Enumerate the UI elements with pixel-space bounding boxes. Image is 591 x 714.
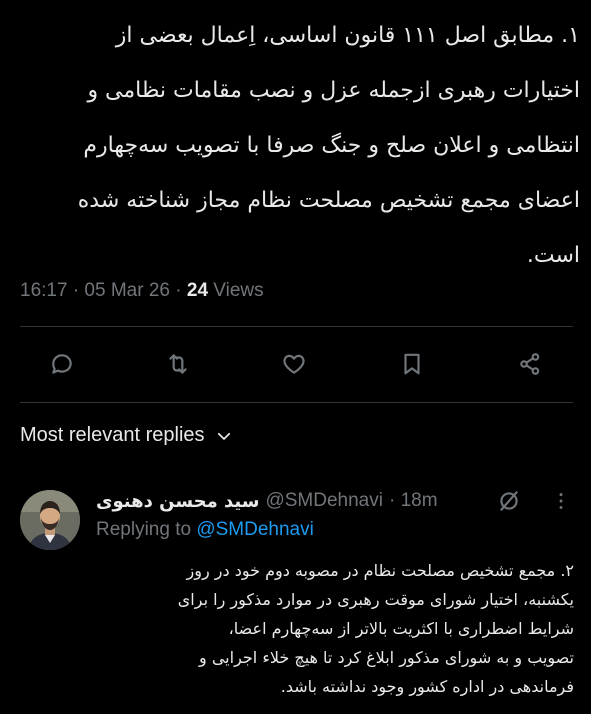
chevron-down-icon — [217, 432, 230, 440]
reply-header: سید محسن دهنوی @SMDehnavi · 18m — [96, 487, 438, 515]
repost-icon — [169, 354, 187, 374]
avatar[interactable] — [20, 490, 80, 550]
replying-to-link[interactable]: @SMDehnavi — [196, 519, 314, 540]
more-icon — [559, 493, 563, 509]
replying-prefix: Replying to — [96, 519, 197, 540]
grok-icon — [500, 491, 518, 511]
replying-to: Replying to @SMDehnavi — [96, 519, 314, 541]
tweet-meta: 16:17 · 05 Mar 26 · 24 Views — [20, 280, 264, 302]
tweet-text: ۱. مطابق اصل ۱۱۱ قانون اساسی، اِعمال بعض… — [77, 23, 580, 268]
reply-author-name[interactable]: سید محسن دهنوی — [96, 491, 259, 512]
reply-author-handle[interactable]: @SMDehnavi — [265, 490, 383, 512]
like-button[interactable] — [274, 344, 314, 384]
views-label: Views — [208, 280, 264, 301]
action-bar — [0, 344, 591, 384]
divider-bottom — [20, 402, 573, 403]
reply-button[interactable] — [42, 344, 82, 384]
tweet-timestamp[interactable]: 16:17 · 05 Mar 26 · — [20, 280, 187, 301]
avatar-image — [20, 490, 80, 550]
share-button[interactable] — [510, 344, 550, 384]
reply-icon — [52, 354, 72, 374]
reply-timestamp[interactable]: · 18m — [389, 490, 438, 512]
bookmark-icon — [404, 353, 420, 375]
bookmark-button[interactable] — [392, 344, 432, 384]
grok-button[interactable] — [496, 488, 522, 514]
reply-text: ۲. مجمع تشخیص مصلحت نظام در مصوبه دوم خو… — [177, 561, 574, 696]
like-icon — [283, 354, 305, 374]
replies-header-label: Most relevant replies — [20, 424, 205, 446]
views-count: 24 — [186, 280, 209, 301]
replies-sort-dropdown[interactable]: Most relevant replies — [20, 424, 233, 447]
repost-button[interactable] — [158, 344, 198, 384]
divider-top — [20, 326, 573, 327]
more-options-button[interactable] — [548, 488, 574, 514]
share-icon — [520, 353, 540, 375]
